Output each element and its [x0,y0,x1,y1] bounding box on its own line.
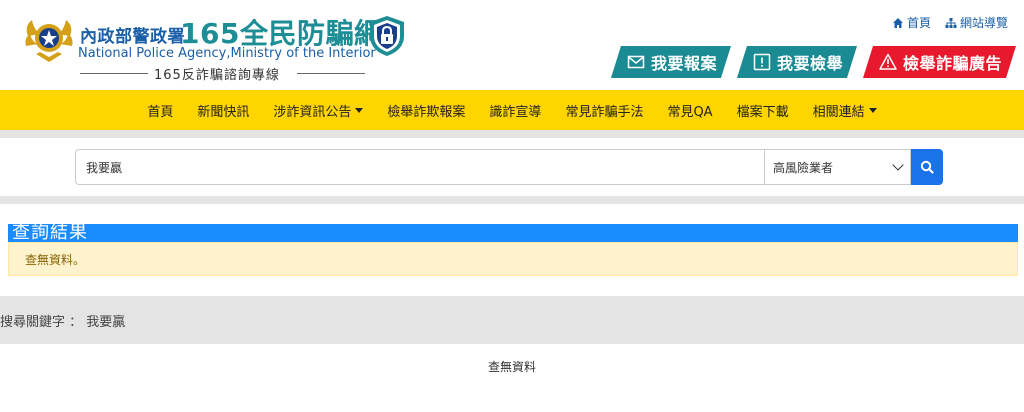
search-button[interactable] [911,149,943,185]
results-section: 查詢結果 查無資料。 [0,204,1024,296]
keyword-bar: 搜尋關鍵字 ： 我要贏 [0,296,1024,344]
nav-label: 識詐宣導 [489,104,542,120]
agency-name-en: National Police Agency,Ministry of the I… [78,46,376,61]
nav-item-awareness[interactable]: 識詐宣導 [477,90,553,130]
hotline-text: 165反詐騙諮詢專線 [154,68,280,83]
envelope-icon [627,53,645,71]
report-fraud-ad-button[interactable]: 檢舉詐騙廣告 [863,46,1016,78]
home-icon [892,17,903,28]
nav-item-home[interactable]: 首頁 [135,90,185,130]
shield-lock-icon [370,16,404,56]
hotline-banner: 165反詐騙諮詢專線 [80,64,365,83]
nav-label: 首頁 [147,104,174,120]
warning-icon [879,53,897,71]
report-case-button[interactable]: 我要報案 [611,46,731,78]
nav-label: 涉詐資訊公告 [273,104,352,120]
nav-item-report-fraud[interactable]: 檢舉詐欺報案 [375,90,477,130]
category-select[interactable]: 高風險業者 [765,149,911,185]
top-links: 首頁 網站導覽 [892,14,1008,31]
agency-name-cn: 內政部警政署 [80,27,185,47]
nav-item-common-scams[interactable]: 常見詐騙手法 [553,90,655,130]
site-logo[interactable]: 內政部警政署 165全民防騙網 National Police Agency,M… [22,10,422,85]
search-icon [920,160,934,174]
nav-item-news[interactable]: 新聞快訊 [185,90,261,130]
main-nav: 首頁 新聞快訊 涉詐資訊公告 檢舉詐欺報案 識詐宣導 常見詐騙手法 常見QA 檔… [0,90,1024,130]
site-header: 內政部警政署 165全民防騙網 National Police Agency,M… [0,0,1024,90]
caret-down-icon [355,107,364,113]
section-divider [0,196,1024,204]
search-input[interactable] [75,149,765,185]
nav-label: 新聞快訊 [197,104,250,120]
nav-label: 常見QA [667,104,713,120]
category-select-value: 高風險業者 [773,160,834,175]
results-title-text: 查詢結果 [12,222,88,243]
nav-item-fraud-info[interactable]: 涉詐資訊公告 [261,90,375,130]
nav-item-downloads[interactable]: 檔案下載 [725,90,801,130]
caret-down-icon [868,107,877,113]
sitemap-link[interactable]: 網站導覽 [945,14,1008,31]
nav-item-related-links[interactable]: 相關連結 [801,90,889,130]
report-fraud-ad-label: 檢舉詐騙廣告 [902,54,1002,73]
nav-item-faq[interactable]: 常見QA [655,90,724,130]
home-link-label: 首頁 [906,16,931,30]
action-buttons: 我要報案 我要檢舉 檢舉詐騙廣告 [611,46,1016,78]
divider [297,73,365,74]
chevron-down-icon [892,159,904,171]
exclamation-icon [753,53,771,71]
police-emblem-icon [25,20,73,62]
sitemap-link-label: 網站導覽 [959,16,1008,30]
nav-label: 檢舉詐欺報案 [387,104,466,120]
inform-button[interactable]: 我要檢舉 [737,46,857,78]
nav-label: 常見詐騙手法 [565,104,644,120]
divider [80,73,148,74]
report-case-label: 我要報案 [650,54,717,73]
sitemap-icon [945,17,957,28]
inform-label: 我要檢舉 [776,54,843,73]
results-title: 查詢結果 [8,224,1018,242]
search-bar: 高風險業者 [0,138,1024,196]
keyword-text: 搜尋關鍵字 ： 我要贏 [0,314,126,330]
no-results-alert: 查無資料。 [8,242,1018,276]
no-data-message: 查無資料 [487,360,536,374]
nav-label: 相關連結 [812,104,865,120]
home-link[interactable]: 首頁 [892,14,931,31]
nav-label: 檔案下載 [736,104,789,120]
section-divider [0,130,1024,138]
